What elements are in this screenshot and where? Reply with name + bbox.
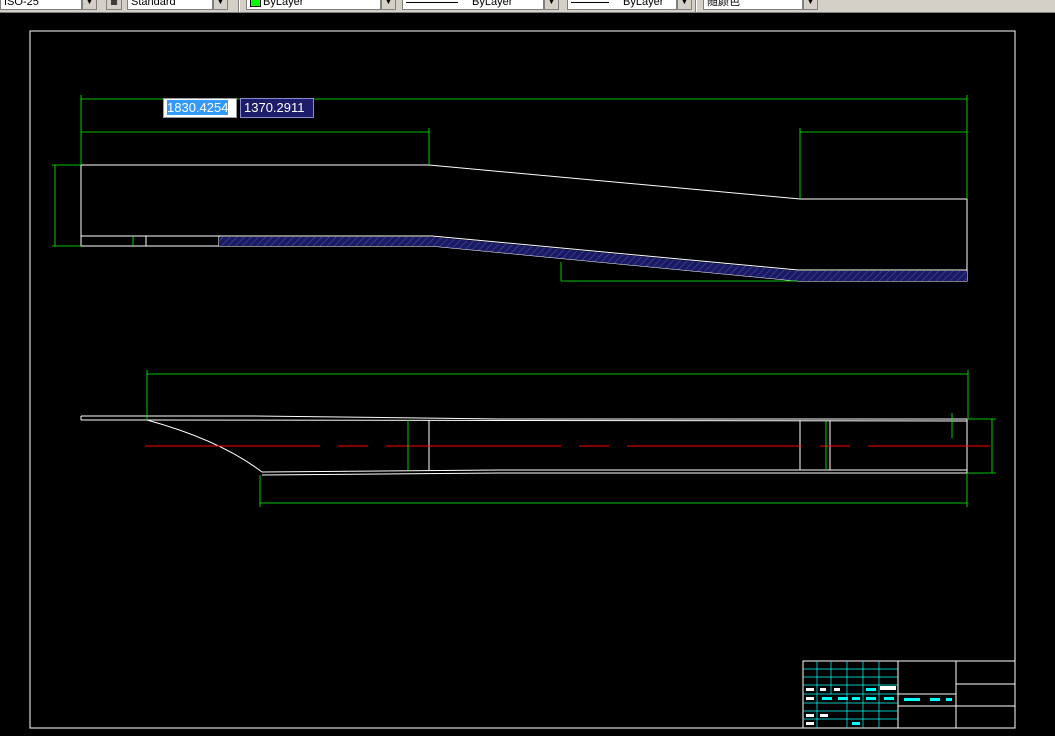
color-swatch-icon (250, 0, 261, 7)
text-style-dropdown-arrow[interactable]: ▼ (213, 0, 228, 10)
toolbar-separator (238, 0, 240, 12)
dim-style-value: ISO-25 (4, 0, 39, 8)
drawing-canvas[interactable] (0, 13, 1055, 736)
sheet-border (29, 30, 1016, 729)
plan-dimensions (146, 370, 996, 507)
x-coordinate-input[interactable]: 1830.4254 (163, 98, 237, 118)
linetype-sample-icon (406, 1, 458, 3)
lineweight-value: ByLayer (623, 0, 664, 8)
title-block-grid (803, 661, 898, 728)
title-block (802, 660, 1016, 729)
lineweight-dropdown-arrow[interactable]: ▼ (677, 0, 692, 10)
text-style-dropdown[interactable]: Standard (127, 0, 213, 10)
text-style-value: Standard (131, 0, 176, 8)
color-dropdown[interactable]: ByLayer (246, 0, 381, 10)
y-coordinate-input[interactable]: 1370.2911 (240, 98, 314, 118)
properties-toolbar: ISO-25 ▼ ▦ Standard ▼ ByLayer ▼ ByLayer … (0, 0, 1055, 13)
x-coordinate-value: 1830.4254 (167, 100, 229, 115)
lineweight-sample-icon (571, 1, 609, 3)
plotstyle-dropdown[interactable]: 随颜色 (703, 0, 803, 10)
color-dropdown-arrow[interactable]: ▼ (381, 0, 396, 10)
plotstyle-value: 随颜色 (707, 0, 740, 8)
dim-style-dropdown-arrow[interactable]: ▼ (82, 0, 97, 10)
dim-style-dropdown[interactable]: ISO-25 (0, 0, 82, 10)
linetype-value: ByLayer (472, 0, 513, 8)
y-coordinate-value: 1370.2911 (244, 100, 305, 115)
linetype-dropdown[interactable]: ByLayer (402, 0, 544, 10)
toolbar-separator (695, 0, 697, 12)
text-style-icon[interactable]: ▦ (106, 0, 122, 10)
color-value: ByLayer (263, 0, 304, 8)
lineweight-dropdown[interactable]: ByLayer (567, 0, 677, 10)
linetype-dropdown-arrow[interactable]: ▼ (544, 0, 559, 10)
hatch-layer (219, 237, 967, 281)
elevation-view (80, 164, 968, 282)
plotstyle-dropdown-arrow[interactable]: ▼ (803, 0, 818, 10)
